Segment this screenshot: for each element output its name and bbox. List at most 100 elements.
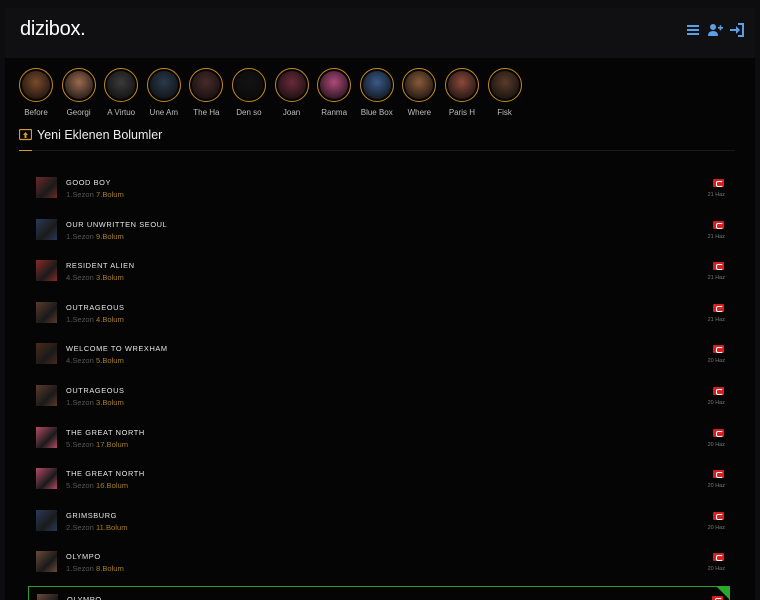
episode-thumbnail[interactable] <box>37 593 58 600</box>
episode-row[interactable]: OLYMPO1.Sezon 7.Bolum20 Haz <box>28 585 730 600</box>
episode-season: 1.Sezon <box>66 564 94 574</box>
story-label: Where <box>407 108 432 117</box>
episode-row[interactable]: OUTRAGEOUS 1.Sezon 3.Bolum 20 Haz <box>28 378 730 420</box>
add-user-icon[interactable] <box>707 22 723 38</box>
story-image <box>405 71 434 99</box>
upload-icon <box>19 128 32 140</box>
story-item[interactable]: Paris H <box>444 68 479 117</box>
story-item[interactable]: Blue Box <box>359 68 394 117</box>
episode-meta: 1.Sezon 3.Bolum <box>66 398 124 407</box>
story-item[interactable]: A Virtuo <box>104 68 139 117</box>
story-avatar[interactable] <box>402 68 437 102</box>
episode-number[interactable]: 17.Bolum <box>96 440 128 449</box>
episode-thumbnail[interactable] <box>36 260 57 282</box>
flag-icon <box>713 428 724 437</box>
story-item[interactable]: Georgi <box>61 68 96 117</box>
episode-meta: 1.Sezon 4.Bolum <box>66 315 124 324</box>
story-avatar[interactable] <box>444 68 479 102</box>
episode-number[interactable]: 5.Bolum <box>96 356 124 365</box>
episode-thumbnail[interactable] <box>36 343 57 365</box>
story-item[interactable]: Ranma <box>317 68 352 117</box>
episode-season: 1.Sezon <box>66 397 94 407</box>
episode-thumbnail[interactable] <box>36 551 57 573</box>
episode-number[interactable]: 3.Bolum <box>96 273 124 282</box>
episode-row[interactable]: THE GREAT NORTH 5.Sezon 16.Bolum 20 Haz <box>28 461 730 503</box>
episode-date: 20 Haz <box>707 524 725 531</box>
episode-season: 5.Sezon <box>66 439 94 449</box>
episode-number[interactable]: 3.Bolum <box>96 398 124 407</box>
episode-row[interactable]: GOOD BOY 1.Sezon 7.Bolum 21 Haz <box>28 170 730 212</box>
episode-thumbnail[interactable] <box>36 177 57 198</box>
site-logo[interactable]: dizibox. <box>20 18 86 41</box>
story-item[interactable]: Before <box>19 68 53 117</box>
episode-row[interactable]: OUTRAGEOUS 1.Sezon 4.Bolum 21 Haz <box>28 295 730 337</box>
episode-thumbnail[interactable] <box>36 218 57 240</box>
story-avatar[interactable] <box>19 68 53 102</box>
section-title: Yeni Eklenen Bolumler <box>37 128 163 142</box>
episode-row[interactable]: OUR UNWRITTEN SEOUL 1.Sezon 9.Bolum 21 Haz <box>28 212 730 254</box>
episode-thumbnail[interactable] <box>36 384 57 406</box>
episode-title[interactable]: GOOD BOY <box>66 178 111 187</box>
episode-date: 20 Haz <box>707 566 725 573</box>
story-image <box>64 71 93 99</box>
story-label: Blue Box <box>360 108 393 117</box>
episode-meta: 5.Sezon 17.Bolum <box>66 440 128 449</box>
episode-number[interactable]: 7.Bolum <box>96 190 124 199</box>
episode-number[interactable]: 16.Bolum <box>96 481 128 490</box>
story-avatar[interactable] <box>487 68 522 102</box>
flag-icon <box>713 303 724 312</box>
episode-title[interactable]: OUTRAGEOUS <box>66 303 125 312</box>
episode-number[interactable]: 4.Bolum <box>96 315 124 324</box>
story-avatar[interactable] <box>104 68 139 102</box>
episode-row[interactable]: GRIMSBURG 2.Sezon 11.Bolum 20 Haz <box>28 503 730 545</box>
episode-row[interactable]: OLYMPO 1.Sezon 8.Bolum 20 Haz <box>28 544 730 586</box>
episode-title[interactable]: OLYMPO <box>66 552 101 561</box>
story-item[interactable]: Fisk <box>487 68 522 117</box>
episode-season: 1.Sezon <box>66 231 94 241</box>
menu-icon[interactable] <box>685 22 701 38</box>
episode-row[interactable]: WELCOME TO WREXHAM 4.Sezon 5.Bolum 20 Haz <box>28 336 730 378</box>
site-header: dizibox. <box>5 8 755 58</box>
story-avatar[interactable] <box>274 68 309 102</box>
episode-title[interactable]: THE GREAT NORTH <box>66 428 145 437</box>
login-icon[interactable] <box>729 22 745 38</box>
episode-title[interactable]: OUTRAGEOUS <box>66 386 125 395</box>
episode-title[interactable]: OLYMPO <box>67 595 102 600</box>
episode-number[interactable]: 9.Bolum <box>96 232 124 241</box>
episode-row[interactable]: RESIDENT ALIEN 4.Sezon 3.Bolum 21 Haz <box>28 253 730 295</box>
episode-title[interactable]: GRIMSBURG <box>66 511 117 520</box>
story-item[interactable]: The Ha <box>189 68 224 117</box>
episode-title[interactable]: OUR UNWRITTEN SEOUL <box>66 220 167 229</box>
story-item[interactable]: Where <box>402 68 437 117</box>
header-actions <box>685 22 745 38</box>
story-avatar[interactable] <box>231 68 266 102</box>
story-item[interactable]: Une Am <box>146 68 181 117</box>
episode-thumbnail[interactable] <box>36 301 57 323</box>
episode-row[interactable]: THE GREAT NORTH 5.Sezon 17.Bolum 20 Haz <box>28 420 730 462</box>
episode-number[interactable]: 11.Bolum <box>96 523 128 532</box>
episode-date: 21 Haz <box>707 233 725 240</box>
check-icon <box>716 585 730 600</box>
page: dizibox. Before Georgi A Virtuo Une Am T… <box>0 0 760 600</box>
episode-date: 21 Haz <box>707 192 725 198</box>
flag-icon <box>713 470 724 479</box>
episode-thumbnail[interactable] <box>36 509 57 531</box>
episode-thumbnail[interactable] <box>36 468 57 490</box>
episode-thumbnail[interactable] <box>36 426 57 448</box>
story-avatar[interactable] <box>189 68 224 102</box>
flag-icon <box>713 179 724 187</box>
story-avatar[interactable] <box>61 68 96 102</box>
story-label: The Ha <box>193 108 220 117</box>
story-avatar[interactable] <box>146 68 181 102</box>
episode-title[interactable]: WELCOME TO WREXHAM <box>66 344 168 353</box>
episode-number[interactable]: 8.Bolum <box>96 564 124 573</box>
story-avatar[interactable] <box>317 68 352 102</box>
story-label: Paris H <box>448 108 476 117</box>
story-item[interactable]: Joan <box>274 68 309 117</box>
story-avatar[interactable] <box>359 68 394 102</box>
story-item[interactable]: Den so <box>231 68 266 117</box>
episode-title[interactable]: RESIDENT ALIEN <box>66 261 135 270</box>
story-label: Georgi <box>66 108 91 117</box>
episode-title[interactable]: THE GREAT NORTH <box>66 469 145 478</box>
section-divider <box>19 150 735 151</box>
